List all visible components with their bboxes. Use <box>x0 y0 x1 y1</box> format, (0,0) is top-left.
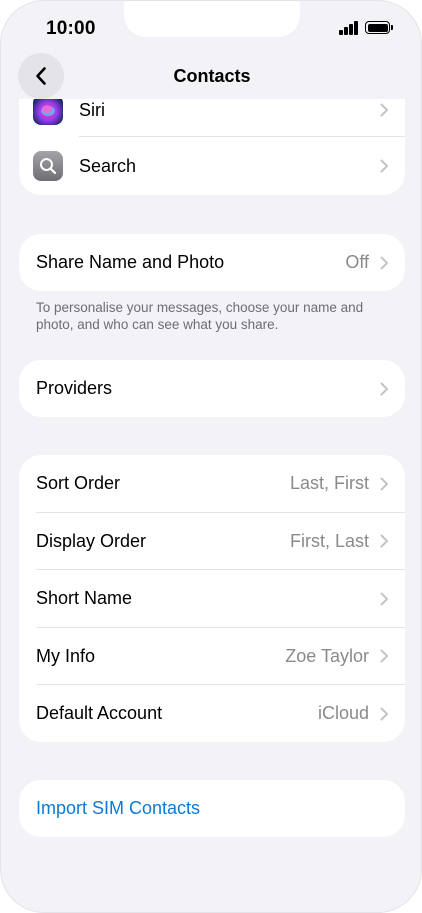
chevron-right-icon <box>380 534 388 548</box>
my-info-value: Zoe Taylor <box>285 645 369 666</box>
chevron-right-icon <box>380 382 388 395</box>
search-label: Search <box>79 156 137 176</box>
default-account-row[interactable]: Default Account iCloud <box>19 685 405 742</box>
sort-display-group: Sort Order Last, First Display Order Fir… <box>19 455 405 742</box>
battery-tip <box>391 25 393 30</box>
chevron-right-icon <box>380 649 388 663</box>
chevron-right-icon <box>380 256 388 269</box>
share-name-photo-value: Off <box>345 252 369 272</box>
sort-order-label: Sort Order <box>36 473 121 494</box>
short-name-label: Short Name <box>36 588 133 609</box>
providers-group: Providers <box>19 360 405 417</box>
chevron-right-icon <box>380 103 388 117</box>
chevron-right-icon <box>380 159 388 173</box>
page-title: Contacts <box>173 66 251 86</box>
notch <box>124 1 300 37</box>
phone-screen: Siri Search Share Name and Photo Off To … <box>0 0 422 913</box>
short-name-row[interactable]: Short Name <box>19 570 405 628</box>
navigation-bar: Contacts <box>1 53 421 99</box>
import-sim-contacts-label: Import SIM Contacts <box>36 798 201 818</box>
my-info-label: My Info <box>36 645 96 666</box>
share-name-photo-row[interactable]: Share Name and Photo Off <box>19 234 405 291</box>
share-footer-note: To personalise your messages, choose you… <box>36 300 364 332</box>
import-group: Import SIM Contacts <box>19 780 405 837</box>
chevron-right-icon <box>380 592 388 606</box>
settings-content: Siri Search Share Name and Photo Off To … <box>1 1 421 912</box>
display-order-value: First, Last <box>289 530 369 551</box>
import-sim-contacts-button[interactable]: Import SIM Contacts <box>19 780 405 837</box>
siri-label: Siri <box>79 100 105 120</box>
status-time: 10:00 <box>46 18 96 39</box>
display-order-row[interactable]: Display Order First, Last <box>19 513 405 570</box>
search-icon <box>33 151 63 181</box>
cellular-signal-icon <box>339 21 359 35</box>
status-bar: 10:00 <box>1 1 421 57</box>
battery-icon <box>365 21 390 34</box>
siri-icon <box>33 95 63 125</box>
display-order-label: Display Order <box>36 530 147 551</box>
default-account-value: iCloud <box>317 703 369 724</box>
my-info-row[interactable]: My Info Zoe Taylor <box>19 628 405 685</box>
default-account-label: Default Account <box>36 703 163 724</box>
sort-order-value: Last, First <box>289 473 369 494</box>
search-row[interactable]: Search <box>19 137 405 195</box>
providers-row[interactable]: Providers <box>19 360 405 417</box>
chevron-right-icon <box>380 707 388 721</box>
sort-order-row[interactable]: Sort Order Last, First <box>19 455 405 513</box>
providers-label: Providers <box>36 378 113 398</box>
share-group: Share Name and Photo Off <box>19 234 405 291</box>
share-name-photo-label: Share Name and Photo <box>36 252 225 272</box>
chevron-right-icon <box>380 477 388 491</box>
